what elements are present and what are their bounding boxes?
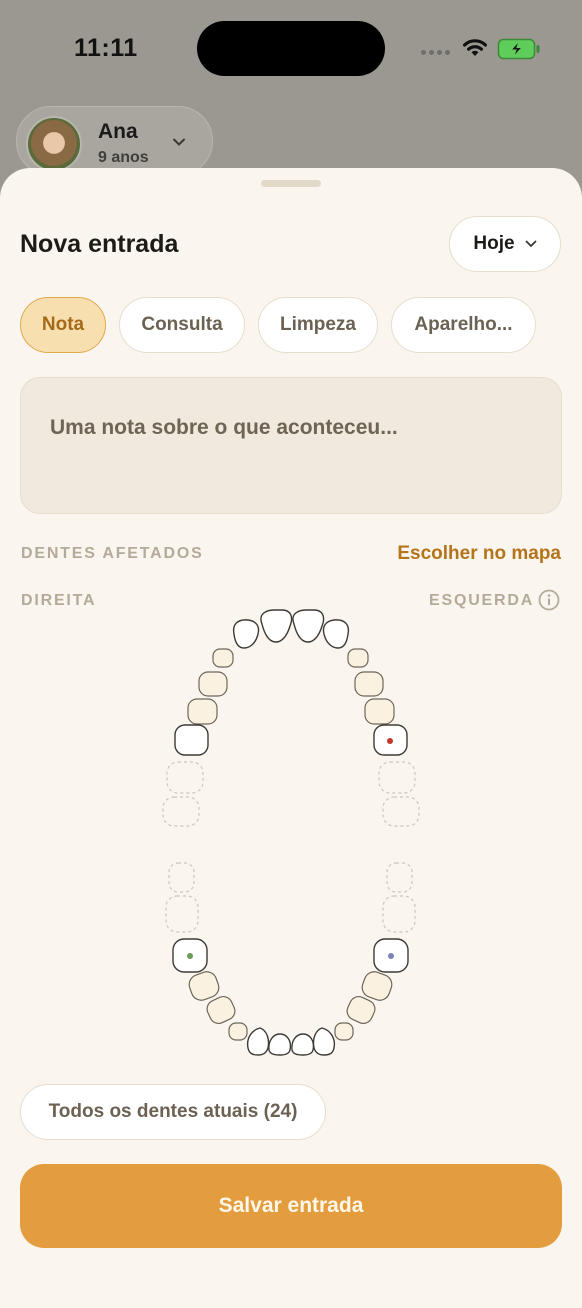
missing-tooth[interactable] — [378, 761, 416, 794]
tooth[interactable] — [292, 609, 325, 643]
tooth[interactable] — [186, 969, 221, 1003]
note-input[interactable]: Uma nota sobre o que aconteceu... — [20, 377, 562, 514]
entry-type-nota[interactable]: Nota — [20, 297, 106, 353]
avatar — [26, 116, 82, 172]
cellular-signal-icon — [421, 50, 450, 55]
all-teeth-button[interactable]: Todos os dentes atuais (24) — [20, 1084, 326, 1140]
entry-type-consulta[interactable]: Consulta — [119, 297, 245, 353]
entry-type-aparelho[interactable]: Aparelho... — [391, 297, 536, 353]
tooth[interactable] — [322, 619, 350, 649]
chevron-down-icon — [525, 240, 536, 247]
tooth-marker-red — [387, 738, 393, 744]
tooth[interactable] — [212, 648, 234, 668]
tooth[interactable] — [187, 698, 218, 725]
choose-on-map-link[interactable]: Escolher no mapa — [397, 543, 561, 565]
tooth[interactable] — [232, 619, 260, 649]
affected-teeth-label: DENTES AFETADOS — [21, 545, 204, 562]
new-entry-sheet: Nova entrada Hoje Nota Consulta Limpeza … — [0, 168, 582, 1308]
tooth[interactable] — [246, 1027, 270, 1056]
missing-tooth[interactable] — [168, 862, 195, 893]
date-selector-button[interactable]: Hoje — [449, 216, 561, 272]
chevron-down-icon — [173, 138, 185, 146]
missing-tooth[interactable] — [166, 761, 204, 794]
tooth[interactable] — [174, 724, 209, 756]
upper-arch — [162, 609, 420, 827]
missing-tooth[interactable] — [382, 796, 420, 827]
tooth[interactable] — [198, 671, 228, 697]
entry-type-selector: Nota Consulta Limpeza Aparelho... — [20, 297, 536, 353]
status-bar: 11:11 — [0, 0, 582, 100]
tooth[interactable] — [364, 698, 395, 725]
profile-selector[interactable]: Ana 9 anos — [16, 106, 213, 176]
battery-charging-icon — [497, 38, 540, 60]
dynamic-island — [197, 21, 385, 76]
missing-tooth[interactable] — [165, 895, 199, 933]
date-selector-label: Hoje — [473, 233, 515, 254]
lower-arch — [165, 862, 416, 1056]
teeth-map[interactable] — [0, 598, 582, 1068]
save-entry-button[interactable]: Salvar entrada — [20, 1164, 562, 1248]
status-time: 11:11 — [74, 34, 138, 62]
profile-age: 9 anos — [98, 149, 149, 166]
tooth[interactable] — [312, 1027, 336, 1056]
tooth[interactable] — [347, 648, 369, 668]
page-title: Nova entrada — [20, 230, 179, 258]
wifi-icon — [463, 39, 487, 56]
tooth-marker-blue — [388, 953, 394, 959]
tooth[interactable] — [354, 671, 384, 697]
missing-tooth[interactable] — [162, 796, 200, 827]
tooth[interactable] — [260, 609, 293, 643]
tooth-marker-green — [187, 953, 193, 959]
tooth[interactable] — [268, 1033, 292, 1056]
tooth[interactable] — [228, 1022, 248, 1041]
sheet-grabber[interactable] — [261, 180, 321, 187]
missing-tooth[interactable] — [382, 895, 416, 933]
entry-type-limpeza[interactable]: Limpeza — [258, 297, 378, 353]
note-placeholder: Uma nota sobre o que aconteceu... — [50, 416, 398, 439]
missing-tooth[interactable] — [386, 862, 413, 893]
tooth[interactable] — [291, 1033, 315, 1056]
profile-name: Ana — [98, 120, 138, 143]
tooth[interactable] — [334, 1022, 354, 1041]
